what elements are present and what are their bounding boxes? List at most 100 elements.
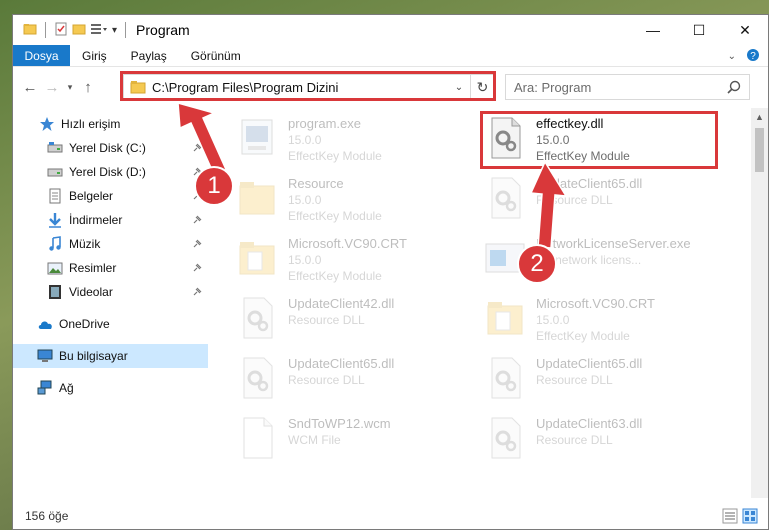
file-description: WCM File [288, 433, 341, 447]
sidebar-item-label: Ağ [59, 381, 74, 395]
view-switcher [722, 508, 758, 527]
file-version: 15.0.0 [288, 253, 322, 267]
folder-icon [23, 22, 37, 39]
drive-icon [47, 140, 63, 156]
file-item[interactable]: program.exe 15.0.0 EffectKey Module [208, 108, 448, 168]
address-path[interactable]: C:\Program Files\Program Dizini [152, 80, 338, 95]
download-icon [47, 212, 63, 228]
sidebar-item-documents[interactable]: Belgeler [13, 184, 208, 208]
search-icon[interactable] [727, 80, 741, 97]
status-bar: 156 öğe [13, 503, 768, 529]
highlight-box-file [480, 111, 718, 169]
folder-icon [234, 234, 280, 282]
search-input[interactable]: Ara: Program [505, 74, 750, 100]
file-version: 15.0.0 [288, 193, 322, 207]
sidebar-item-label: Yerel Disk (C:) [69, 141, 146, 155]
file-name: Microsoft.VC90.CRT [288, 236, 407, 251]
file-icon [234, 414, 280, 462]
sidebar-item-label: Belgeler [69, 189, 114, 203]
window-title: Program [136, 22, 190, 38]
details-view-icon[interactable] [722, 508, 738, 527]
file-description: EffectKey Module [288, 149, 382, 163]
chevron-down-icon[interactable]: ⌄ [728, 51, 736, 62]
pin-icon[interactable] [192, 214, 202, 228]
tab-file[interactable]: Dosya [13, 45, 70, 66]
dll-icon [482, 174, 528, 222]
sidebar-item-onedrive[interactable]: OneDrive [13, 312, 208, 336]
tiles-view-icon[interactable] [742, 508, 758, 527]
pin-icon[interactable] [192, 286, 202, 300]
refresh-icon[interactable]: ↻ [470, 75, 494, 99]
file-name: Resource [288, 176, 344, 191]
sidebar-item-network[interactable]: Ağ [13, 376, 208, 400]
quick-access-toolbar: ▾ [13, 22, 130, 39]
dll-icon [234, 294, 280, 342]
pin-icon[interactable] [192, 262, 202, 276]
properties-icon[interactable] [54, 22, 68, 39]
title-bar: ▾ Program — ☐ ✕ [13, 15, 768, 45]
recent-locations-button[interactable]: ▾ [63, 76, 77, 98]
arrow-right-icon: → [44, 78, 60, 96]
tab-home[interactable]: Giriş [70, 45, 119, 66]
file-version: 15.0.0 [536, 313, 570, 327]
file-item[interactable]: UpdateClient42.dll Resource DLL [208, 288, 448, 348]
scroll-thumb[interactable] [755, 128, 764, 172]
file-description: Resource DLL [536, 193, 613, 207]
window-controls: — ☐ ✕ [630, 15, 768, 45]
file-description: EffectKey Module [536, 329, 630, 343]
arrow-up-icon: ↑ [84, 78, 92, 96]
up-button[interactable]: ↑ [77, 76, 99, 98]
customize-icon[interactable] [90, 22, 108, 39]
drive-icon [47, 164, 63, 180]
pin-icon[interactable] [192, 142, 202, 156]
sidebar-item-drive-c[interactable]: Yerel Disk (C:) [13, 136, 208, 160]
sidebar-item-quick-access[interactable]: Hızlı erişim [13, 112, 208, 136]
network-icon [37, 380, 53, 396]
sidebar-item-pictures[interactable]: Resimler [13, 256, 208, 280]
file-item[interactable]: Resource 15.0.0 EffectKey Module [208, 168, 448, 228]
file-item[interactable]: UpdateClient65.dll Resource DLL [456, 348, 696, 408]
address-bar[interactable]: C:\Program Files\Program Dizini ⌄ ↻ [123, 74, 495, 100]
file-description: EY network licens... [536, 253, 642, 267]
chevron-down-icon[interactable]: ▾ [112, 25, 117, 36]
file-item[interactable]: UpdateClient65.dll Resource DLL [456, 168, 696, 228]
file-description: Resource DLL [288, 373, 365, 387]
maximize-button[interactable]: ☐ [676, 15, 722, 45]
folder-icon [482, 294, 528, 342]
minimize-button[interactable]: — [630, 15, 676, 45]
file-item[interactable]: UpdateClient63.dll Resource DLL [456, 408, 696, 468]
sidebar-item-label: Bu bilgisayar [59, 349, 128, 363]
annotation-badge-1: 1 [194, 166, 234, 206]
file-item[interactable]: UpdateClient65.dll Resource DLL [208, 348, 448, 408]
sidebar-item-label: İndirmeler [69, 213, 123, 227]
sidebar-item-label: Yerel Disk (D:) [69, 165, 146, 179]
help-icon[interactable]: ? [746, 48, 760, 65]
pin-icon[interactable] [192, 238, 202, 252]
chevron-down-icon[interactable]: ⌄ [450, 75, 468, 99]
file-name: UpdateClient65.dll [536, 356, 643, 371]
file-item[interactable]: SndToWP12.wcm WCM File [208, 408, 448, 468]
sidebar-item-videos[interactable]: Videolar [13, 280, 208, 304]
sidebar-item-this-pc[interactable]: Bu bilgisayar [13, 344, 208, 368]
folder-icon [234, 174, 280, 222]
vertical-scrollbar[interactable]: ▲ [751, 108, 768, 498]
music-icon [47, 236, 63, 252]
cloud-icon [37, 316, 53, 332]
ribbon-right: ⌄ ? [728, 45, 760, 67]
file-item[interactable]: Microsoft.VC90.CRT 15.0.0 EffectKey Modu… [456, 288, 696, 348]
file-item[interactable]: NetworkLicenseServer.exe EY network lice… [456, 228, 696, 288]
tab-share[interactable]: Paylaş [119, 45, 179, 66]
tab-view[interactable]: Görünüm [179, 45, 253, 66]
sidebar-item-downloads[interactable]: İndirmeler [13, 208, 208, 232]
close-button[interactable]: ✕ [722, 15, 768, 45]
exe-icon [234, 114, 280, 162]
sidebar-item-drive-d[interactable]: Yerel Disk (D:) [13, 160, 208, 184]
sidebar-item-music[interactable]: Müzik [13, 232, 208, 256]
scroll-up-icon[interactable]: ▲ [751, 108, 768, 125]
dll-icon [482, 414, 528, 462]
new-folder-icon[interactable] [72, 22, 86, 39]
forward-button[interactable]: → [41, 76, 63, 98]
file-item[interactable]: Microsoft.VC90.CRT 15.0.0 EffectKey Modu… [208, 228, 448, 288]
ribbon-tabs: Dosya Giriş Paylaş Görünüm ⌄ ? [13, 45, 768, 67]
back-button[interactable]: ← [19, 76, 41, 98]
